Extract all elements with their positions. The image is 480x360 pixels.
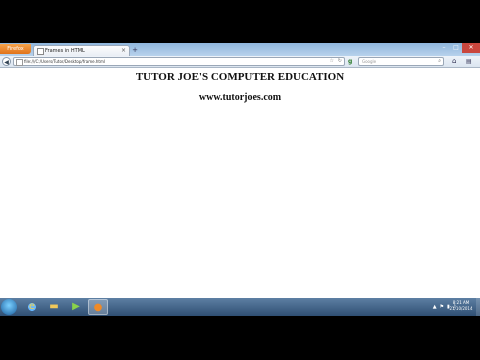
media-player-icon: ▶	[72, 301, 80, 312]
url-text[interactable]: file:///C:/Users/Tutor/Desktop/frame.htm…	[24, 58, 105, 65]
page-heading: TUTOR JOE'S COMPUTER EDUCATION	[135, 71, 345, 83]
reload-icon[interactable]: ↻	[338, 58, 342, 65]
internet-explorer-icon: e	[28, 301, 36, 312]
window-controls: – □ ✕	[438, 43, 480, 53]
back-button[interactable]: ◀	[2, 57, 11, 66]
new-tab-button[interactable]: +	[131, 46, 139, 54]
home-icon[interactable]: ⌂	[452, 57, 456, 66]
maximize-button[interactable]: □	[450, 43, 462, 53]
taskbar-ie-button[interactable]: e	[22, 299, 42, 315]
clock[interactable]: 8:21 AM 21/10/2014	[448, 300, 474, 312]
flag-icon[interactable]: ⚑	[440, 301, 444, 313]
search-icon[interactable]: ⌕	[438, 58, 441, 65]
show-desktop-button[interactable]	[476, 298, 480, 316]
close-tab-icon[interactable]: ×	[121, 47, 126, 55]
browser-title-bar: Firefox Frames in HTML × + – □ ✕	[0, 43, 480, 56]
navigation-toolbar: ◀ file:///C:/Users/Tutor/Desktop/frame.h…	[0, 56, 480, 68]
browser-tab[interactable]: Frames in HTML ×	[33, 45, 130, 56]
page-content: TUTOR JOE'S COMPUTER EDUCATION www.tutor…	[0, 68, 480, 316]
search-engine-icon[interactable]: g	[348, 57, 358, 66]
folder-icon: ▬	[49, 301, 59, 312]
firefox-icon: ●	[93, 302, 103, 313]
search-placeholder: Google	[362, 59, 377, 64]
bookmark-star-icon[interactable]: ☆	[330, 58, 334, 65]
website-link[interactable]: www.tutorjoes.com	[0, 92, 480, 103]
bookmarks-menu-icon[interactable]: ▤	[466, 57, 472, 66]
taskbar-explorer-button[interactable]: ▬	[44, 299, 64, 315]
firefox-menu-button[interactable]: Firefox	[0, 44, 31, 54]
desktop-screen: Firefox Frames in HTML × + – □ ✕ ◀ file:…	[0, 43, 480, 316]
site-identity-icon	[16, 59, 23, 66]
start-button[interactable]	[1, 299, 17, 315]
page-icon	[37, 48, 44, 55]
taskbar: e ▬ ▶ ● ▲ ⚑ ▮ ♪ 8:21 AM 21/10/2014	[0, 298, 480, 316]
tray-expand-icon[interactable]: ▲	[433, 301, 437, 313]
taskbar-media-button[interactable]: ▶	[66, 299, 86, 315]
search-input[interactable]: Google ⌕	[358, 57, 444, 66]
tab-title: Frames in HTML	[45, 48, 85, 54]
clock-date: 21/10/2014	[449, 306, 473, 311]
back-arrow-icon: ◀	[4, 59, 9, 66]
minimize-button[interactable]: –	[438, 43, 450, 53]
close-window-button[interactable]: ✕	[462, 43, 480, 53]
address-bar[interactable]: file:///C:/Users/Tutor/Desktop/frame.htm…	[13, 57, 345, 66]
taskbar-firefox-button[interactable]: ●	[88, 299, 108, 315]
